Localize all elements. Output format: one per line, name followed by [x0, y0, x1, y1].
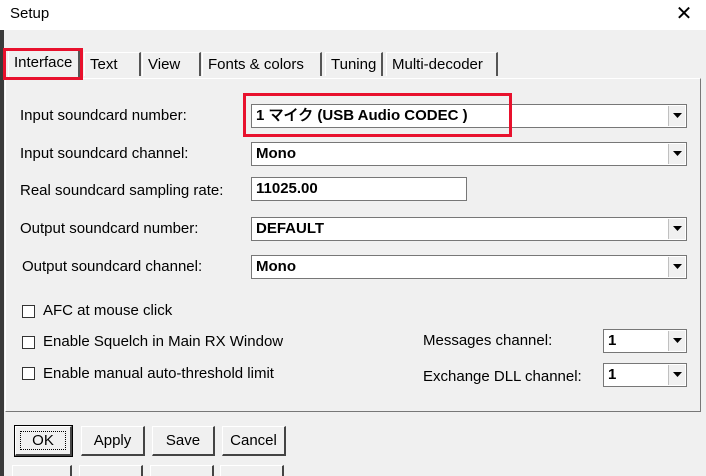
tab-panel-interface: [5, 78, 701, 412]
messages-channel-select[interactable]: 1: [603, 329, 687, 353]
input-channel-label: Input soundcard channel:: [20, 145, 189, 162]
input-card-label: Input soundcard number:: [20, 107, 187, 124]
input-card-select[interactable]: 1 マイク (USB Audio CODEC ): [251, 104, 687, 128]
afc-checkbox[interactable]: [22, 305, 35, 318]
dropdown-arrow-icon[interactable]: [668, 106, 685, 126]
save-button[interactable]: Save: [152, 426, 215, 456]
tab-text[interactable]: Text: [84, 52, 141, 76]
tab-multi-decoder[interactable]: Multi-decoder: [386, 52, 498, 76]
background-edge: [0, 30, 4, 476]
dropdown-arrow-icon[interactable]: [668, 331, 685, 351]
messages-channel-label: Messages channel:: [423, 332, 553, 349]
output-channel-label: Output soundcard channel:: [22, 258, 203, 275]
underlying-control: [150, 465, 214, 476]
window-title: Setup: [10, 5, 50, 22]
output-card-label: Output soundcard number:: [20, 220, 199, 237]
title-bar: Setup ✕: [0, 0, 706, 30]
focus-rect: [20, 431, 66, 450]
apply-button[interactable]: Apply: [81, 426, 145, 456]
underlying-control: [220, 465, 284, 476]
tab-tuning[interactable]: Tuning: [325, 52, 383, 76]
output-card-select[interactable]: DEFAULT: [251, 217, 687, 241]
output-card-value: DEFAULT: [256, 220, 325, 237]
output-channel-select[interactable]: Mono: [251, 255, 687, 279]
exchange-channel-value: 1: [608, 366, 617, 383]
input-channel-select[interactable]: Mono: [251, 142, 687, 166]
ok-button[interactable]: OK: [14, 425, 73, 457]
cancel-button[interactable]: Cancel: [222, 426, 286, 456]
messages-channel-value: 1: [608, 332, 617, 349]
output-channel-value: Mono: [256, 258, 296, 275]
close-icon[interactable]: ✕: [668, 0, 700, 28]
underlying-control: [79, 465, 143, 476]
input-card-value: 1 マイク (USB Audio CODEC ): [256, 107, 468, 124]
dropdown-arrow-icon[interactable]: [668, 219, 685, 239]
underlying-control: [12, 465, 72, 476]
dropdown-arrow-icon[interactable]: [668, 365, 685, 385]
tab-interface[interactable]: Interface: [8, 50, 80, 78]
tab-fonts-colors[interactable]: Fonts & colors: [202, 52, 322, 76]
squelch-label: Enable Squelch in Main RX Window: [43, 333, 284, 350]
threshold-label: Enable manual auto-threshold limit: [43, 365, 274, 382]
sampling-rate-input[interactable]: 11025.00: [251, 177, 467, 201]
threshold-checkbox[interactable]: [22, 367, 35, 380]
sampling-rate-label: Real soundcard sampling rate:: [20, 182, 224, 199]
exchange-channel-select[interactable]: 1: [603, 363, 687, 387]
input-channel-value: Mono: [256, 145, 296, 162]
exchange-channel-label: Exchange DLL channel:: [423, 368, 582, 385]
dropdown-arrow-icon[interactable]: [668, 257, 685, 277]
dropdown-arrow-icon[interactable]: [668, 144, 685, 164]
tab-view[interactable]: View: [142, 52, 201, 76]
afc-label: AFC at mouse click: [43, 302, 173, 319]
squelch-checkbox[interactable]: [22, 336, 35, 349]
